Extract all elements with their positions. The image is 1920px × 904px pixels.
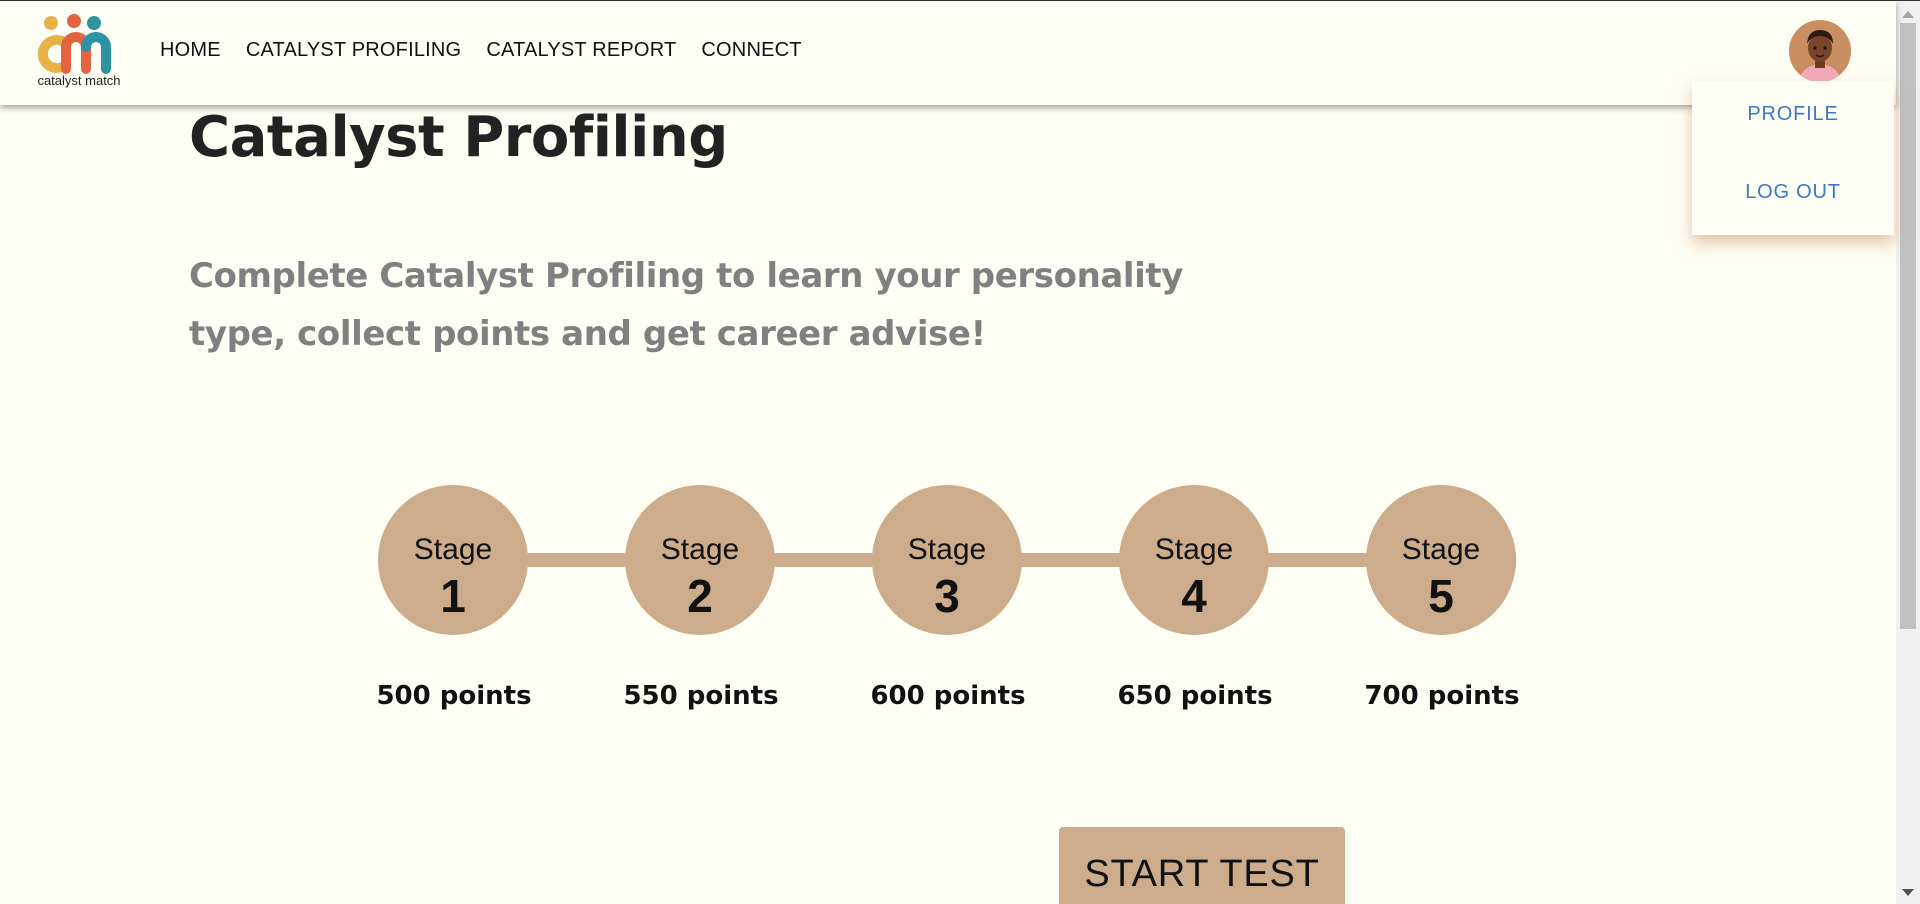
nav-catalyst-profiling[interactable]: CATALYST PROFILING: [246, 39, 462, 62]
stage-label: Stage: [1401, 533, 1481, 566]
user-avatar-icon: [1789, 20, 1851, 82]
stage-1-circle: Stage 1: [378, 485, 528, 635]
stage-2-points: 550 points: [623, 681, 779, 711]
logout-link[interactable]: LOG OUT: [1692, 181, 1894, 204]
stage-number: 3: [934, 570, 960, 622]
scroll-up-arrow-icon[interactable]: [1902, 11, 1914, 18]
stage-number: 4: [1181, 570, 1207, 622]
user-avatar[interactable]: [1789, 20, 1851, 82]
vertical-scrollbar[interactable]: [1896, 1, 1920, 904]
stage-2-circle: Stage 2: [625, 485, 775, 635]
logo-mark-icon: [37, 14, 111, 74]
stage-5-circle: Stage 5: [1366, 485, 1516, 635]
stage-3-circle: Stage 3: [872, 485, 1022, 635]
stage-number: 5: [1428, 570, 1454, 622]
stage-number: 1: [440, 570, 466, 622]
nav-connect[interactable]: CONNECT: [701, 39, 801, 62]
stage-5-points: 700 points: [1364, 681, 1520, 711]
stage-4-points: 650 points: [1117, 681, 1273, 711]
page-subtitle: Complete Catalyst Profiling to learn you…: [189, 256, 1184, 354]
stage-1-points: 500 points: [376, 681, 532, 711]
start-test-button[interactable]: START TEST: [1059, 827, 1345, 904]
main-nav: HOME CATALYST PROFILING CATALYST REPORT …: [160, 39, 827, 62]
page-title: Catalyst Profiling: [189, 105, 728, 170]
profile-link[interactable]: PROFILE: [1692, 103, 1894, 126]
user-menu-dropdown: PROFILE LOG OUT: [1692, 81, 1894, 235]
scrollbar-thumb[interactable]: [1900, 23, 1916, 629]
top-nav-bar: catalyst match HOME CATALYST PROFILING C…: [0, 1, 1896, 105]
catalyst-match-logo[interactable]: catalyst match: [34, 13, 124, 93]
stage-3-points: 600 points: [870, 681, 1026, 711]
scroll-down-arrow-icon[interactable]: [1902, 889, 1914, 896]
nav-home[interactable]: HOME: [160, 39, 221, 62]
nav-catalyst-report[interactable]: CATALYST REPORT: [486, 39, 676, 62]
logo-text: catalyst match: [37, 73, 121, 88]
stage-label: Stage: [1154, 533, 1234, 566]
stage-4-circle: Stage 4: [1119, 485, 1269, 635]
stage-label: Stage: [660, 533, 740, 566]
stage-label: Stage: [413, 533, 493, 566]
stage-number: 2: [687, 570, 713, 622]
stage-label: Stage: [907, 533, 987, 566]
